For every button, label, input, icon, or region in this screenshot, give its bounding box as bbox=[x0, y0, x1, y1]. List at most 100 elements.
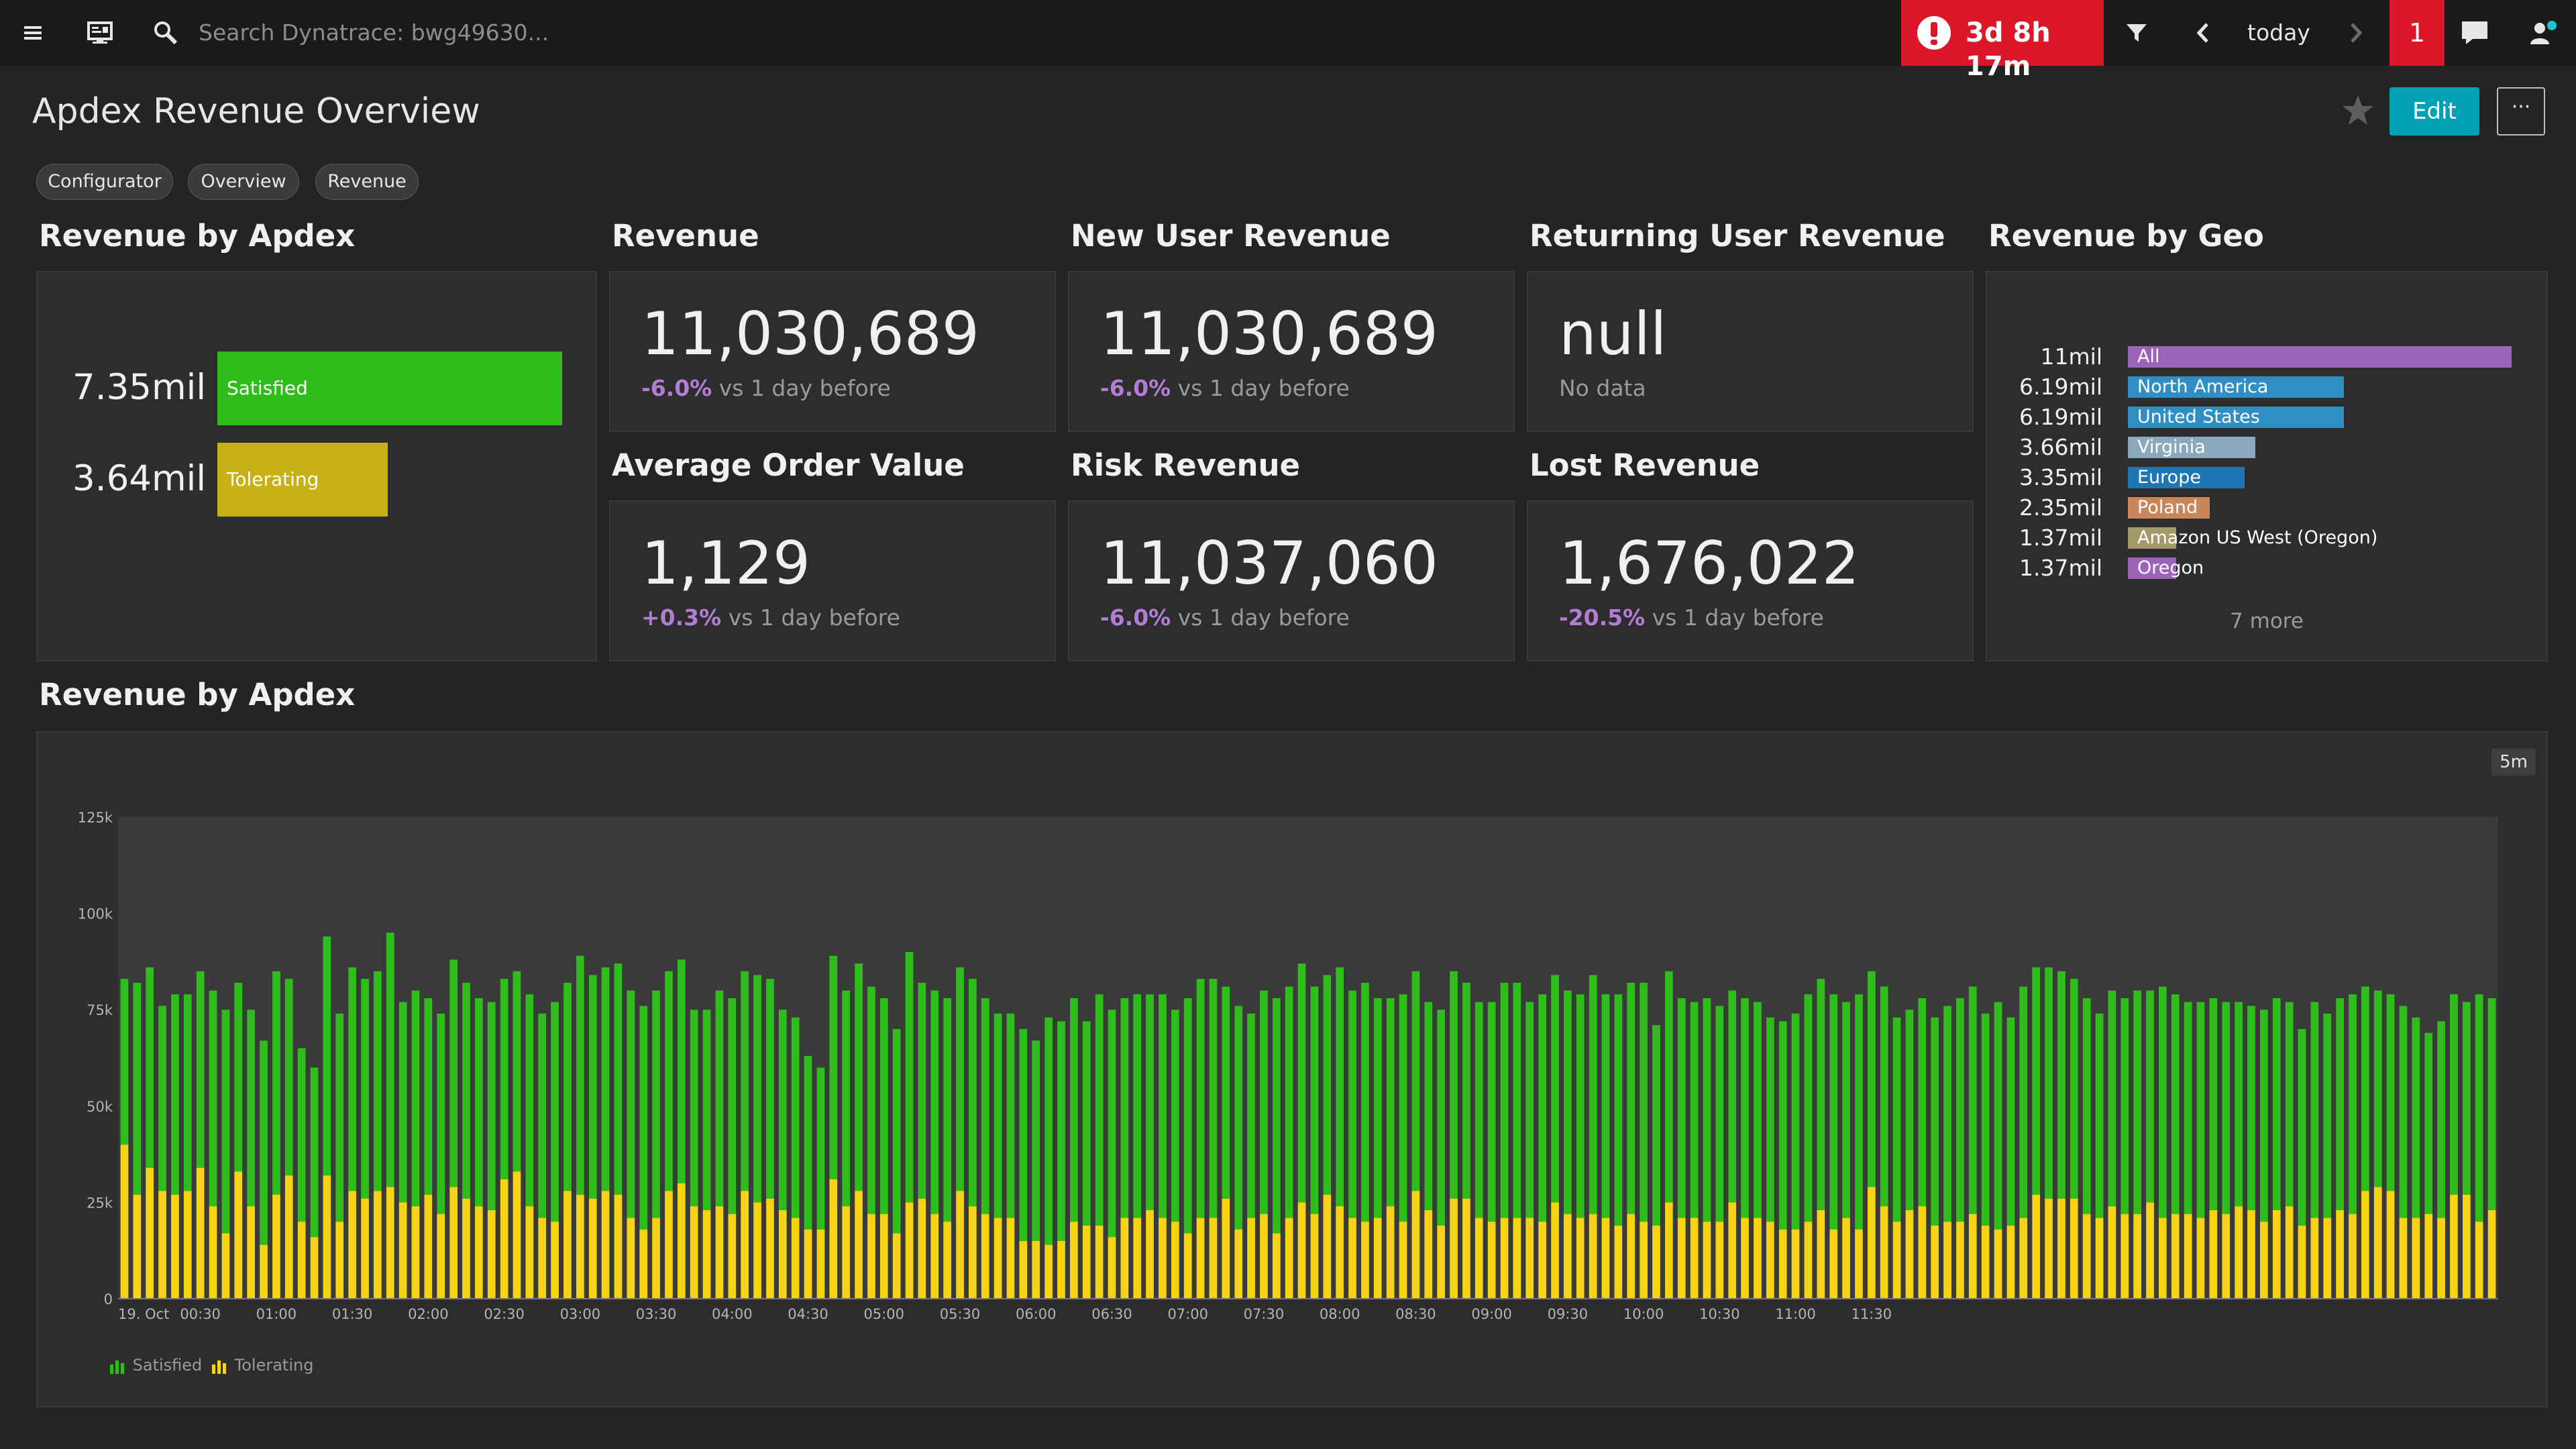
revenue-by-apdex-chart-tile[interactable]: 0 25k 50k 75k 100k 125k 19. Oct 00:30 01:00 01:30… bbox=[36, 731, 2548, 1407]
satisfied-bar bbox=[652, 990, 660, 1218]
satisfied-bar bbox=[1222, 986, 1230, 1199]
satisfied-bar bbox=[1703, 998, 1711, 1222]
revenue-by-apdex-title: Revenue by Apdex bbox=[39, 218, 356, 254]
tolerating-bar bbox=[487, 1210, 496, 1299]
edit-button[interactable]: Edit bbox=[2390, 87, 2479, 136]
satisfied-bar bbox=[1183, 998, 1192, 1234]
satisfied-bar bbox=[2361, 986, 2369, 1191]
chat-icon[interactable] bbox=[2458, 16, 2491, 50]
tolerating-bar bbox=[1348, 1218, 1356, 1299]
hamburger-menu-icon[interactable] bbox=[16, 16, 50, 50]
satisfied-bar bbox=[2336, 998, 2344, 1210]
satisfied-bar bbox=[1804, 994, 1813, 1222]
satisfied-bar bbox=[678, 959, 686, 1183]
tolerating-bar bbox=[2171, 1214, 2180, 1299]
interval-badge: 5m bbox=[2491, 749, 2536, 775]
tolerating-bar bbox=[196, 1167, 205, 1299]
dashboard-icon[interactable] bbox=[83, 16, 117, 50]
satisfied-bar bbox=[702, 1010, 711, 1210]
geo-value: 3.35mil bbox=[2019, 464, 2102, 490]
x-tick-label: 09:30 bbox=[1548, 1306, 1589, 1322]
satisfied-bar bbox=[1120, 998, 1129, 1218]
tolerating-bar bbox=[1310, 1214, 1319, 1299]
satisfied-bar bbox=[2323, 1013, 2332, 1218]
x-tick-label: 11:00 bbox=[1775, 1306, 1816, 1322]
satisfied-bar bbox=[2209, 998, 2218, 1210]
satisfied-bar bbox=[2373, 990, 2382, 1187]
satisfied-bar bbox=[690, 1010, 698, 1207]
satisfied-bar bbox=[1196, 979, 1205, 1218]
new-user-revenue-tile[interactable]: 11,030,689 -6.0% vs 1 day before bbox=[1068, 271, 1515, 432]
satisfied-bar bbox=[1564, 990, 1572, 1214]
tolerating-bar bbox=[437, 1214, 445, 1299]
tolerating-bar bbox=[120, 1144, 129, 1299]
tolerating-bar bbox=[728, 1214, 737, 1299]
geo-label: United States bbox=[2137, 407, 2260, 427]
notification-badge[interactable]: 1 bbox=[2390, 0, 2445, 66]
tolerating-bar bbox=[2336, 1210, 2344, 1299]
satisfied-bar bbox=[1474, 1002, 1483, 1218]
tolerating-bar bbox=[867, 1214, 875, 1299]
geo-more-link[interactable]: 7 more bbox=[1987, 608, 2546, 635]
tolerating-bar bbox=[335, 1222, 344, 1299]
search-input[interactable]: Search Dynatrace: bwg49630... bbox=[199, 19, 549, 47]
tolerating-bar bbox=[879, 1214, 888, 1299]
y-tick-label: 25k bbox=[87, 1195, 113, 1211]
new-user-revenue-title: New User Revenue bbox=[1071, 218, 1391, 254]
average-order-value-tile[interactable]: 1,129 +0.3% vs 1 day before bbox=[609, 500, 1056, 661]
search-icon[interactable] bbox=[149, 16, 182, 50]
tolerating-bar bbox=[2298, 1225, 2306, 1299]
timeframe-selector[interactable]: today bbox=[2247, 19, 2310, 47]
tolerating-bar bbox=[1778, 1229, 1787, 1299]
tolerating-bar bbox=[2121, 1214, 2129, 1299]
tolerating-bar bbox=[158, 1191, 166, 1299]
next-timeframe-icon[interactable] bbox=[2339, 16, 2372, 50]
revenue-compare-text: vs 1 day before bbox=[718, 375, 891, 401]
lost-revenue-tile[interactable]: 1,676,022 -20.5% vs 1 day before bbox=[1527, 500, 1974, 661]
tolerating-bar bbox=[1627, 1214, 1635, 1299]
tolerating-bar bbox=[1956, 1222, 1964, 1299]
average-order-value: 1,129 bbox=[641, 529, 810, 598]
legend-satisfied[interactable]: Satisfied bbox=[109, 1355, 202, 1375]
returning-user-revenue-tile[interactable]: null No data bbox=[1527, 271, 1974, 432]
favorite-star-icon[interactable] bbox=[2340, 93, 2376, 129]
tolerating-bar bbox=[1386, 1206, 1395, 1299]
satisfied-bar bbox=[753, 975, 761, 1203]
tolerating-bar bbox=[2412, 1218, 2420, 1299]
tag-configurator[interactable]: Configurator bbox=[36, 164, 173, 200]
previous-timeframe-icon[interactable] bbox=[2187, 16, 2220, 50]
satisfied-bar bbox=[1373, 998, 1382, 1218]
tag-revenue[interactable]: Revenue bbox=[315, 164, 419, 200]
tolerating-bar bbox=[715, 1206, 724, 1299]
more-options-button[interactable]: ··· bbox=[2497, 87, 2545, 136]
user-icon[interactable] bbox=[2526, 16, 2560, 50]
geo-value: 11mil bbox=[2040, 343, 2102, 370]
open-problems-badge[interactable]: 3d 8h 17m bbox=[1901, 0, 2104, 82]
tolerating-bar bbox=[1640, 1222, 1648, 1299]
tolerating-bar bbox=[525, 1206, 534, 1299]
satisfied-bar bbox=[1627, 983, 1635, 1214]
tolerating-bar bbox=[323, 1175, 331, 1299]
x-tick-label: 07:30 bbox=[1244, 1306, 1285, 1322]
tolerating-bar bbox=[1424, 1210, 1433, 1299]
geo-bar[interactable] bbox=[2128, 346, 2512, 368]
satisfied-bar bbox=[969, 979, 977, 1207]
revenue-tile[interactable]: 11,030,689 -6.0% vs 1 day before bbox=[609, 271, 1056, 432]
satisfied-bar bbox=[1450, 971, 1458, 1199]
tag-overview[interactable]: Overview bbox=[188, 164, 299, 200]
x-tick-label: 01:00 bbox=[256, 1306, 297, 1322]
x-tick-label: 03:00 bbox=[560, 1306, 601, 1322]
risk-revenue-tile[interactable]: 11,037,060 -6.0% vs 1 day before bbox=[1068, 500, 1515, 661]
satisfied-bar bbox=[842, 990, 850, 1207]
tolerating-bar bbox=[1108, 1237, 1116, 1299]
revenue-by-apdex-tile[interactable]: 7.35mil Satisfied 3.64mil Tolerating bbox=[36, 271, 597, 661]
legend-tolerating[interactable]: Tolerating bbox=[211, 1355, 313, 1375]
satisfied-bar bbox=[1273, 998, 1281, 1234]
satisfied-bar bbox=[2285, 1002, 2294, 1207]
x-tick-label: 00:30 bbox=[180, 1306, 221, 1322]
filter-icon[interactable] bbox=[2120, 16, 2153, 50]
satisfied-bar bbox=[1234, 1006, 1243, 1230]
tolerating-bar bbox=[1538, 1222, 1546, 1299]
satisfied-bar bbox=[1070, 998, 1078, 1222]
revenue-by-geo-tile[interactable]: 11mil All 6.19mil North America 6.19mil Unite… bbox=[1986, 271, 2548, 661]
